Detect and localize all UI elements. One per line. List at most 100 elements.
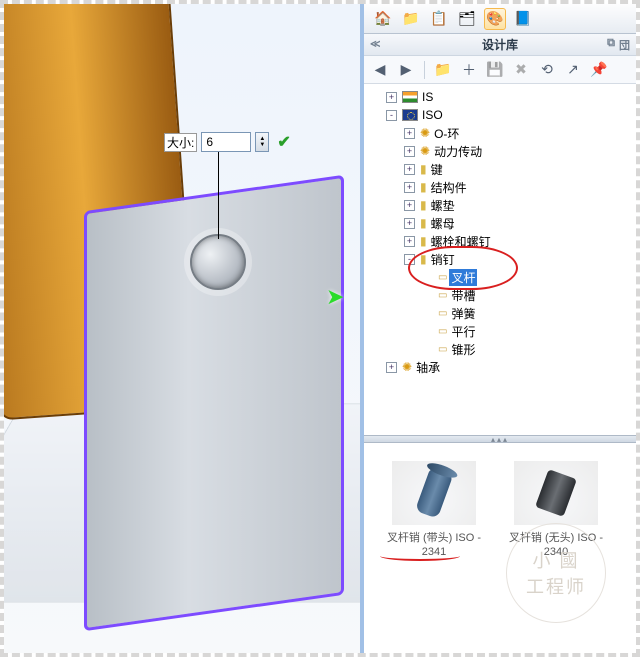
- library-tree[interactable]: +IS-ISO+✺O-环+✺动力传动+▮键+▮结构件+▮螺垫+▮螺母+▮螺栓和螺…: [364, 84, 636, 435]
- tree-cyl-icon: ▭: [438, 290, 447, 301]
- dimension-leader: [218, 152, 219, 239]
- toolbar-web-icon[interactable]: ↗: [563, 60, 583, 80]
- tree-item-动力传动[interactable]: + ✺动力传动: [368, 142, 632, 160]
- tree-label: O-环: [432, 125, 461, 142]
- tree-fold-icon: ▮: [420, 162, 427, 176]
- tree-item-螺垫[interactable]: +▮螺垫: [368, 196, 632, 214]
- panel-titlebar: ≪ 设计库 ⧉ 団: [364, 34, 636, 56]
- tree-label: ISO: [420, 108, 445, 122]
- toolbar-addfile-icon[interactable]: ＋: [459, 60, 479, 80]
- tree-toggle-icon[interactable]: -: [386, 110, 397, 121]
- toolbar-delete-icon: ✖: [511, 60, 531, 80]
- tree-toggle-icon[interactable]: +: [404, 146, 415, 157]
- tab-clipboard-icon[interactable]: 📋: [428, 8, 450, 30]
- dimension-label: 大小:: [164, 133, 197, 152]
- tree-item-IS[interactable]: + IS: [368, 88, 632, 106]
- panel-grip-icon[interactable]: ≪: [370, 39, 380, 50]
- tree-label: 平行: [449, 323, 477, 340]
- tree-item-键[interactable]: + ▮键: [368, 160, 632, 178]
- toolbar-save-icon: 💾: [485, 60, 505, 80]
- tree-label: 动力传动: [432, 143, 484, 160]
- tree-item-销钉[interactable]: -▮销钉: [368, 250, 632, 268]
- tree-item-弹簧[interactable]: ▭弹簧: [368, 304, 632, 322]
- tree-toggle-icon[interactable]: +: [404, 236, 415, 247]
- tree-label: 螺栓和螺钉: [429, 233, 493, 250]
- tree-gear-icon: ✺: [420, 144, 430, 158]
- tab-folder-icon[interactable]: 📁: [400, 8, 422, 30]
- tree-gear-icon: ✺: [420, 126, 430, 140]
- tree-cyl-icon: ▭: [438, 308, 447, 319]
- pane-splitter[interactable]: ▴▴▴: [364, 435, 636, 443]
- toolbar-refresh-icon[interactable]: ⟲: [537, 60, 557, 80]
- part-preview-icon: [415, 467, 453, 518]
- tree-fold-icon: ▮: [420, 252, 427, 266]
- tree-item-ISO[interactable]: - ISO: [368, 106, 632, 124]
- app-frame: 大小: ▲▼ ✔ ➤ 小 國 工程师 🏠 📁 📋 🗂 🎨 📘 ≪ 设计库 ⧉ 団: [0, 0, 640, 657]
- tree-label: 锥形: [449, 341, 477, 358]
- tree-label: 轴承: [414, 359, 442, 376]
- tree-label: 销钉: [429, 251, 457, 268]
- tab-table-icon[interactable]: 🗂: [456, 8, 478, 30]
- tree-label: 弹簧: [449, 305, 477, 322]
- tree-item-叉杆[interactable]: ▭叉杆: [368, 268, 632, 286]
- tree-item-锥形[interactable]: ▭锥形: [368, 340, 632, 358]
- panel-title: 设计库: [482, 36, 518, 53]
- panel-pop-icon[interactable]: ⧉: [607, 37, 615, 53]
- tree-item-结构件[interactable]: + ▮结构件: [368, 178, 632, 196]
- watermark-line2: 工程师: [526, 573, 586, 599]
- thumbnail-pin-with-head[interactable]: 叉杆销 (带头) ISO - 2341: [378, 461, 490, 559]
- toolbar-back-icon[interactable]: ◀: [370, 60, 390, 80]
- dimension-callout: 大小: ▲▼ ✔: [164, 132, 291, 152]
- thumbnail-caption: 叉杆销 (带头) ISO - 2341: [378, 531, 490, 559]
- toolbar-thumbtack-icon[interactable]: 📌: [589, 60, 609, 80]
- tree-cyl-icon: ▭: [438, 326, 447, 337]
- tree-toggle-icon[interactable]: +: [404, 200, 415, 211]
- dimension-accept-icon[interactable]: ✔: [277, 132, 290, 152]
- tree-toggle-icon[interactable]: +: [404, 218, 415, 229]
- tree-fold-icon: ▮: [420, 216, 427, 230]
- toolbar-addlib-icon[interactable]: 📁: [433, 60, 453, 80]
- dimension-spinner[interactable]: ▲▼: [255, 132, 269, 152]
- tree-item-轴承[interactable]: + ✺轴承: [368, 358, 632, 376]
- tree-fold-icon: ▮: [420, 180, 427, 194]
- tree-label: 结构件: [429, 179, 469, 196]
- tree-label: 键: [429, 161, 445, 178]
- tree-item-螺栓和螺钉[interactable]: + ▮螺栓和螺钉: [368, 232, 632, 250]
- tree-label: 带槽: [449, 287, 477, 304]
- tree-toggle-icon[interactable]: +: [386, 92, 397, 103]
- tree-label: 螺垫: [429, 197, 457, 214]
- tree-toggle-icon[interactable]: -: [404, 254, 415, 265]
- tree-toggle-icon[interactable]: +: [404, 128, 415, 139]
- toolbar-separator: [424, 61, 425, 79]
- tree-cyl-icon: ▭: [438, 272, 447, 283]
- tree-label: 叉杆: [449, 269, 477, 286]
- clamp-pin-hole: [190, 234, 246, 290]
- thumbnail-image: [392, 461, 476, 525]
- tab-home-icon[interactable]: 🏠: [372, 8, 394, 30]
- tree-item-平行[interactable]: ▭平行: [368, 322, 632, 340]
- tree-gear-icon: ✺: [402, 360, 412, 374]
- dimension-input[interactable]: [201, 132, 251, 152]
- tree-toggle-icon[interactable]: +: [404, 182, 415, 193]
- tree-item-带槽[interactable]: ▭带槽: [368, 286, 632, 304]
- watermark-line1: 小 國: [532, 547, 579, 573]
- tree-toggle-icon[interactable]: +: [404, 164, 415, 175]
- watermark: 小 國 工程师: [506, 523, 606, 623]
- library-toolbar: ◀ ▶ 📁 ＋ 💾 ✖ ⟲ ↗ 📌: [364, 56, 636, 84]
- tab-book-icon[interactable]: 📘: [512, 8, 534, 30]
- graphics-viewport[interactable]: 大小: ▲▼ ✔ ➤: [4, 4, 364, 653]
- tree-flag-icon: [402, 91, 418, 103]
- panel-close-icon[interactable]: 団: [619, 37, 630, 53]
- thumbnail-image: [514, 461, 598, 525]
- tab-palette-icon[interactable]: 🎨: [484, 8, 506, 30]
- tree-label: IS: [420, 90, 435, 104]
- taskpane-tabbar: 🏠 📁 📋 🗂 🎨 📘: [364, 4, 636, 34]
- tree-toggle-icon[interactable]: +: [386, 362, 397, 373]
- tree-item-O-环[interactable]: + ✺O-环: [368, 124, 632, 142]
- tree-fold-icon: ▮: [420, 234, 427, 248]
- tree-eu-icon: [402, 109, 418, 121]
- tree-item-螺母[interactable]: + ▮螺母: [368, 214, 632, 232]
- drag-arrow-icon[interactable]: ➤: [326, 284, 344, 310]
- toolbar-fwd-icon[interactable]: ▶: [396, 60, 416, 80]
- tree-label: 螺母: [429, 215, 457, 232]
